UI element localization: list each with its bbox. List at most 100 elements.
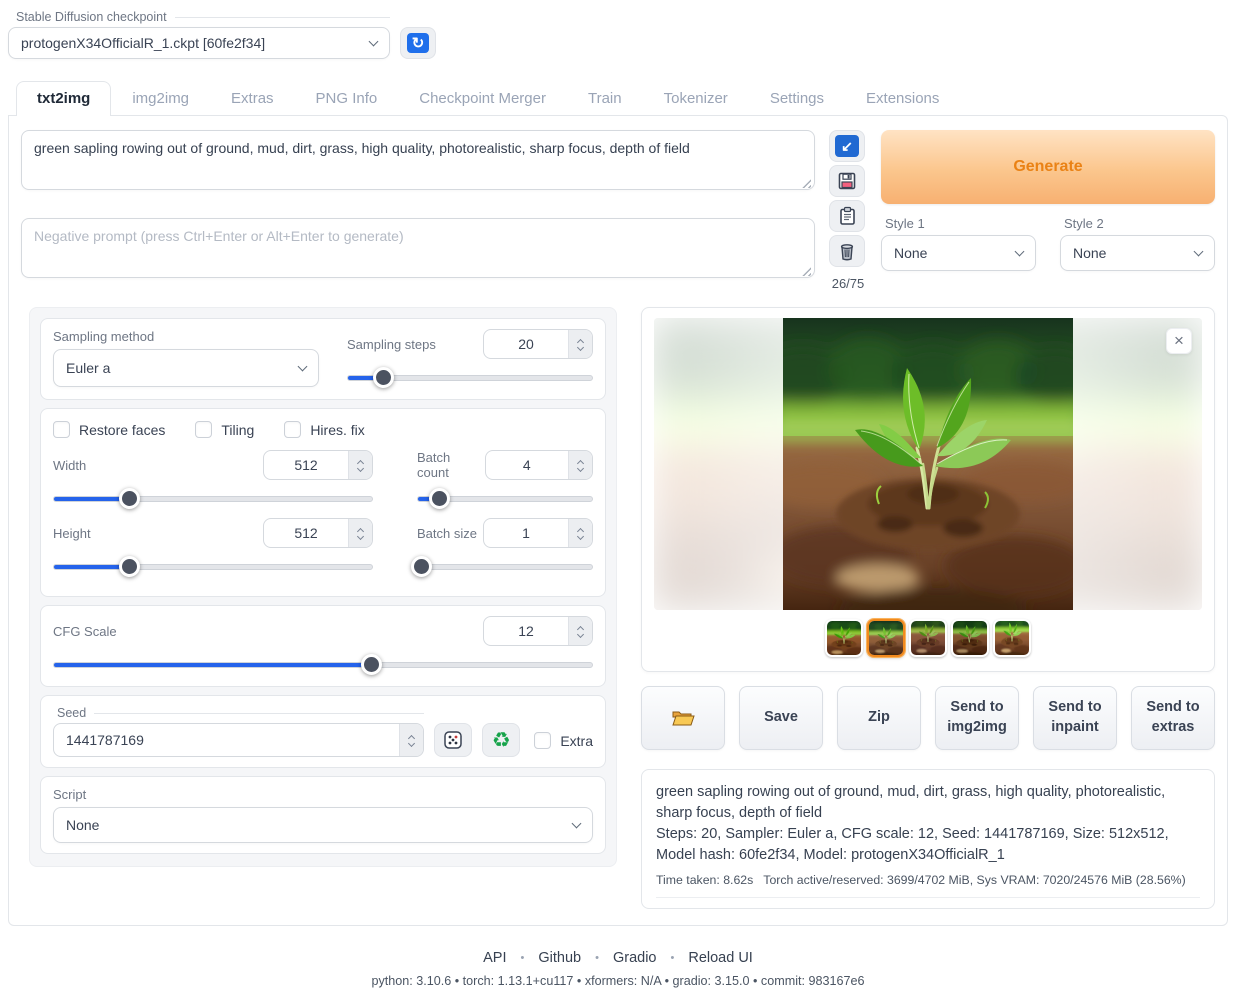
output-actions: Save Zip Send to img2img Send to inpaint… (641, 686, 1215, 750)
version-info: python: 3.10.6 • torch: 1.13.1+cu117 • x… (8, 974, 1228, 988)
refresh-checkpoints-button[interactable]: ↻ (400, 27, 436, 59)
stepper-icon[interactable] (568, 330, 592, 358)
batch-size-slider[interactable] (417, 556, 593, 578)
generated-image[interactable] (783, 318, 1073, 610)
tab-checkpoint-merger[interactable]: Checkpoint Merger (398, 81, 567, 115)
folder-icon (671, 708, 695, 728)
height-label: Height (53, 526, 91, 541)
dot-separator: • (671, 952, 675, 964)
apply-style-button[interactable] (829, 200, 865, 232)
slider-thumb[interactable] (429, 488, 450, 509)
info-performance-text: Time taken: 8.62sTorch active/reserved: … (656, 873, 1200, 898)
negative-prompt-textarea[interactable] (21, 218, 815, 278)
slider-thumb[interactable] (361, 654, 382, 675)
tab-txt2img[interactable]: txt2img (16, 81, 111, 116)
checkpoint-dropdown[interactable]: protogenX34OfficialR_1.ckpt [60fe2f34] (8, 27, 390, 59)
stepper-icon[interactable] (399, 724, 423, 756)
style2-dropdown[interactable]: None (1060, 235, 1215, 271)
send-to-extras-button[interactable]: Send to extras (1131, 686, 1215, 750)
clear-prompt-button[interactable] (829, 235, 865, 267)
save-button[interactable]: Save (739, 686, 823, 750)
stepper-icon[interactable] (348, 451, 372, 479)
dot-separator: • (595, 952, 599, 964)
read-generation-params-button[interactable]: ↙ (829, 130, 865, 162)
open-folder-button[interactable] (641, 686, 725, 750)
txt2img-panel: green sapling rowing out of ground, mud,… (8, 115, 1228, 926)
stepper-icon[interactable] (568, 451, 592, 479)
width-slider[interactable] (53, 488, 373, 510)
tiling-checkbox[interactable]: Tiling (195, 421, 254, 438)
tab-extras[interactable]: Extras (210, 81, 295, 115)
footer: API • Github • Gradio • Reload UI python… (8, 950, 1228, 1002)
hires-fix-checkbox[interactable]: Hires. fix (284, 421, 364, 438)
style1-dropdown[interactable]: None (881, 235, 1036, 271)
random-seed-button[interactable] (434, 723, 472, 757)
send-to-inpaint-button[interactable]: Send to inpaint (1033, 686, 1117, 750)
slider-thumb[interactable] (119, 556, 140, 577)
stepper-icon[interactable] (568, 617, 592, 645)
image-stage: × (654, 318, 1202, 610)
dice-icon (443, 730, 463, 750)
cfg-scale-slider[interactable] (53, 654, 593, 676)
app-root: Stable Diffusion checkpoint protogenX34O… (0, 0, 1236, 1002)
stepper-icon[interactable] (348, 519, 372, 547)
width-input[interactable]: 512 (263, 450, 373, 480)
thumbnail-1[interactable] (825, 619, 863, 657)
reuse-seed-button[interactable]: ♻ (482, 723, 520, 757)
batch-size-input[interactable]: 1 (483, 518, 593, 548)
send-to-img2img-button[interactable]: Send to img2img (935, 686, 1019, 750)
chevron-down-icon (298, 362, 308, 372)
recycle-icon: ♻ (492, 730, 511, 751)
stepper-icon[interactable] (568, 519, 592, 547)
sampling-method-dropdown[interactable]: Euler a (53, 349, 319, 387)
footer-link-api[interactable]: API (483, 950, 506, 966)
token-counter: 26/75 (829, 276, 867, 291)
cfg-scale-label: CFG Scale (53, 624, 117, 639)
chevron-down-icon (369, 37, 379, 47)
prompt-textarea[interactable]: green sapling rowing out of ground, mud,… (21, 130, 815, 190)
tab-png-info[interactable]: PNG Info (295, 81, 399, 115)
seed-label: Seed (53, 706, 424, 720)
paste-arrow-icon: ↙ (835, 135, 859, 157)
footer-link-reload-ui[interactable]: Reload UI (688, 950, 752, 966)
thumbnail-2-selected[interactable] (867, 619, 905, 657)
sampling-steps-slider[interactable] (347, 367, 593, 389)
seed-input[interactable]: 1441787169 (53, 723, 424, 757)
tab-img2img[interactable]: img2img (111, 81, 210, 115)
tab-train[interactable]: Train (567, 81, 643, 115)
batch-count-slider[interactable] (417, 488, 593, 510)
slider-thumb[interactable] (119, 488, 140, 509)
footer-link-gradio[interactable]: Gradio (613, 950, 657, 966)
gallery-panel: × (641, 307, 1215, 672)
script-dropdown[interactable]: None (53, 807, 593, 843)
restore-faces-checkbox[interactable]: Restore faces (53, 421, 165, 438)
thumbnail-5[interactable] (993, 619, 1031, 657)
save-style-button[interactable] (829, 165, 865, 197)
cfg-scale-input[interactable]: 12 (483, 616, 593, 646)
generate-column: Generate Style 1 None Style 2 None (881, 130, 1215, 291)
batch-count-input[interactable]: 4 (485, 450, 593, 480)
thumbnail-3[interactable] (909, 619, 947, 657)
height-input[interactable]: 512 (263, 518, 373, 548)
tab-settings[interactable]: Settings (749, 81, 845, 115)
floppy-disk-icon (837, 171, 857, 191)
extra-seed-checkbox[interactable]: Extra (534, 732, 593, 749)
style1-label: Style 1 (885, 216, 1036, 231)
generate-button[interactable]: Generate (881, 130, 1215, 204)
main-tabs: txt2img img2img Extras PNG Info Checkpoi… (8, 81, 1228, 115)
tab-tokenizer[interactable]: Tokenizer (643, 81, 749, 115)
zip-button[interactable]: Zip (837, 686, 921, 750)
checkbox-icon (53, 421, 70, 438)
slider-thumb[interactable] (411, 556, 432, 577)
footer-link-github[interactable]: Github (538, 950, 581, 966)
slider-thumb[interactable] (373, 367, 394, 388)
thumbnail-4[interactable] (951, 619, 989, 657)
sampling-steps-label: Sampling steps (347, 337, 436, 352)
sampling-steps-input[interactable]: 20 (483, 329, 593, 359)
trash-icon (838, 241, 856, 261)
close-gallery-button[interactable]: × (1166, 328, 1192, 354)
info-prompt-text: green sapling rowing out of ground, mud,… (656, 782, 1200, 824)
tab-extensions[interactable]: Extensions (845, 81, 960, 115)
height-slider[interactable] (53, 556, 373, 578)
chevron-down-icon (1194, 247, 1204, 257)
